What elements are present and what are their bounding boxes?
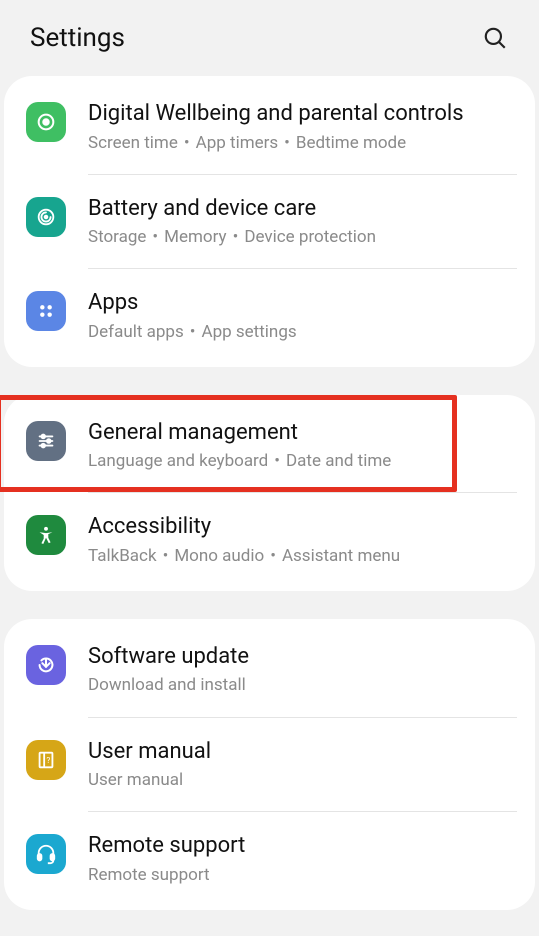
page-title: Settings — [30, 23, 125, 53]
dot-separator: • — [233, 227, 239, 247]
settings-item-software-update[interactable]: Software update Download and install — [4, 623, 535, 717]
dot-separator: • — [284, 133, 290, 153]
subtitle-part: Mono audio — [174, 546, 264, 566]
search-button[interactable] — [479, 22, 511, 54]
manual-icon: ? — [26, 740, 66, 780]
svg-text:?: ? — [46, 755, 50, 765]
settings-item-content: Digital Wellbeing and parental controls S… — [88, 100, 517, 154]
settings-item-subtitle: Remote support — [88, 864, 517, 886]
settings-item-title: Apps — [88, 289, 517, 317]
subtitle-part: Date and time — [286, 451, 391, 471]
settings-item-content: Software update Download and install — [88, 643, 517, 697]
settings-item-title: General management — [88, 419, 517, 447]
subtitle-part: Assistant menu — [282, 546, 400, 566]
settings-item-apps[interactable]: Apps Default apps •App settings — [4, 269, 535, 363]
settings-item-title: Digital Wellbeing and parental controls — [88, 100, 517, 128]
settings-item-battery-device-care[interactable]: Battery and device careStorage•Memory•De… — [4, 175, 535, 269]
settings-group: Digital Wellbeing and parental controls S… — [4, 76, 535, 367]
settings-item-subtitle: Screen time•App timers•Bedtime mode — [88, 132, 517, 154]
subtitle-part: Download and install — [88, 675, 246, 695]
settings-item-title: Software update — [88, 643, 517, 671]
subtitle-part: User manual — [88, 770, 183, 790]
header: Settings — [0, 0, 539, 76]
subtitle-part: Remote support — [88, 865, 210, 885]
subtitle-part: Storage — [88, 227, 146, 247]
dot-separator: • — [274, 451, 280, 471]
settings-item-title: Remote support — [88, 832, 517, 860]
settings-item-digital-wellbeing[interactable]: Digital Wellbeing and parental controls S… — [4, 80, 535, 174]
settings-item-content: Apps Default apps •App settings — [88, 289, 517, 343]
sliders-icon — [26, 421, 66, 461]
settings-item-subtitle: Download and install — [88, 674, 517, 696]
subtitle-part: Memory — [164, 227, 226, 247]
settings-group: General management Language and keyboard •… — [4, 395, 535, 591]
settings-item-content: Remote support Remote support — [88, 832, 517, 886]
support-icon — [26, 834, 66, 874]
settings-group: Software update Download and install? User… — [4, 619, 535, 910]
settings-item-title: Accessibility — [88, 513, 517, 541]
settings-item-remote-support[interactable]: Remote support Remote support — [4, 812, 535, 906]
settings-item-title: Battery and device care — [88, 195, 517, 223]
subtitle-part: Screen time — [88, 133, 178, 153]
settings-item-general-management[interactable]: General management Language and keyboard •… — [4, 399, 535, 493]
dot-separator: • — [184, 133, 190, 153]
update-icon — [26, 645, 66, 685]
subtitle-part: Default apps — [88, 322, 184, 342]
settings-item-user-manual[interactable]: ? User manual User manual — [4, 718, 535, 812]
search-icon — [482, 25, 508, 51]
device-care-icon — [26, 197, 66, 237]
settings-item-content: Battery and device careStorage•Memory•De… — [88, 195, 517, 249]
dot-separator: • — [270, 546, 276, 566]
settings-item-subtitle: Storage•Memory•Device protection — [88, 226, 517, 248]
settings-item-title: User manual — [88, 738, 517, 766]
dot-separator: • — [163, 546, 169, 566]
subtitle-part: Device protection — [244, 227, 376, 247]
settings-item-content: General management Language and keyboard •… — [88, 419, 517, 473]
settings-item-content: AccessibilityTalkBack•Mono audio•Assista… — [88, 513, 517, 567]
settings-item-subtitle: TalkBack•Mono audio•Assistant menu — [88, 545, 517, 567]
dot-separator: • — [152, 227, 158, 247]
settings-item-content: User manual User manual — [88, 738, 517, 792]
subtitle-part: App settings — [201, 322, 296, 342]
subtitle-part: Language and keyboard — [88, 451, 268, 471]
settings-item-subtitle: Default apps •App settings — [88, 321, 517, 343]
settings-item-subtitle: Language and keyboard • Date and time — [88, 450, 517, 472]
subtitle-part: TalkBack — [88, 546, 157, 566]
apps-icon — [26, 291, 66, 331]
dot-separator: • — [190, 322, 196, 342]
subtitle-part: App timers — [196, 133, 279, 153]
subtitle-part: Bedtime mode — [296, 133, 406, 153]
wellbeing-icon — [26, 102, 66, 142]
accessibility-icon — [26, 515, 66, 555]
settings-item-subtitle: User manual — [88, 769, 517, 791]
settings-item-accessibility[interactable]: AccessibilityTalkBack•Mono audio•Assista… — [4, 493, 535, 587]
